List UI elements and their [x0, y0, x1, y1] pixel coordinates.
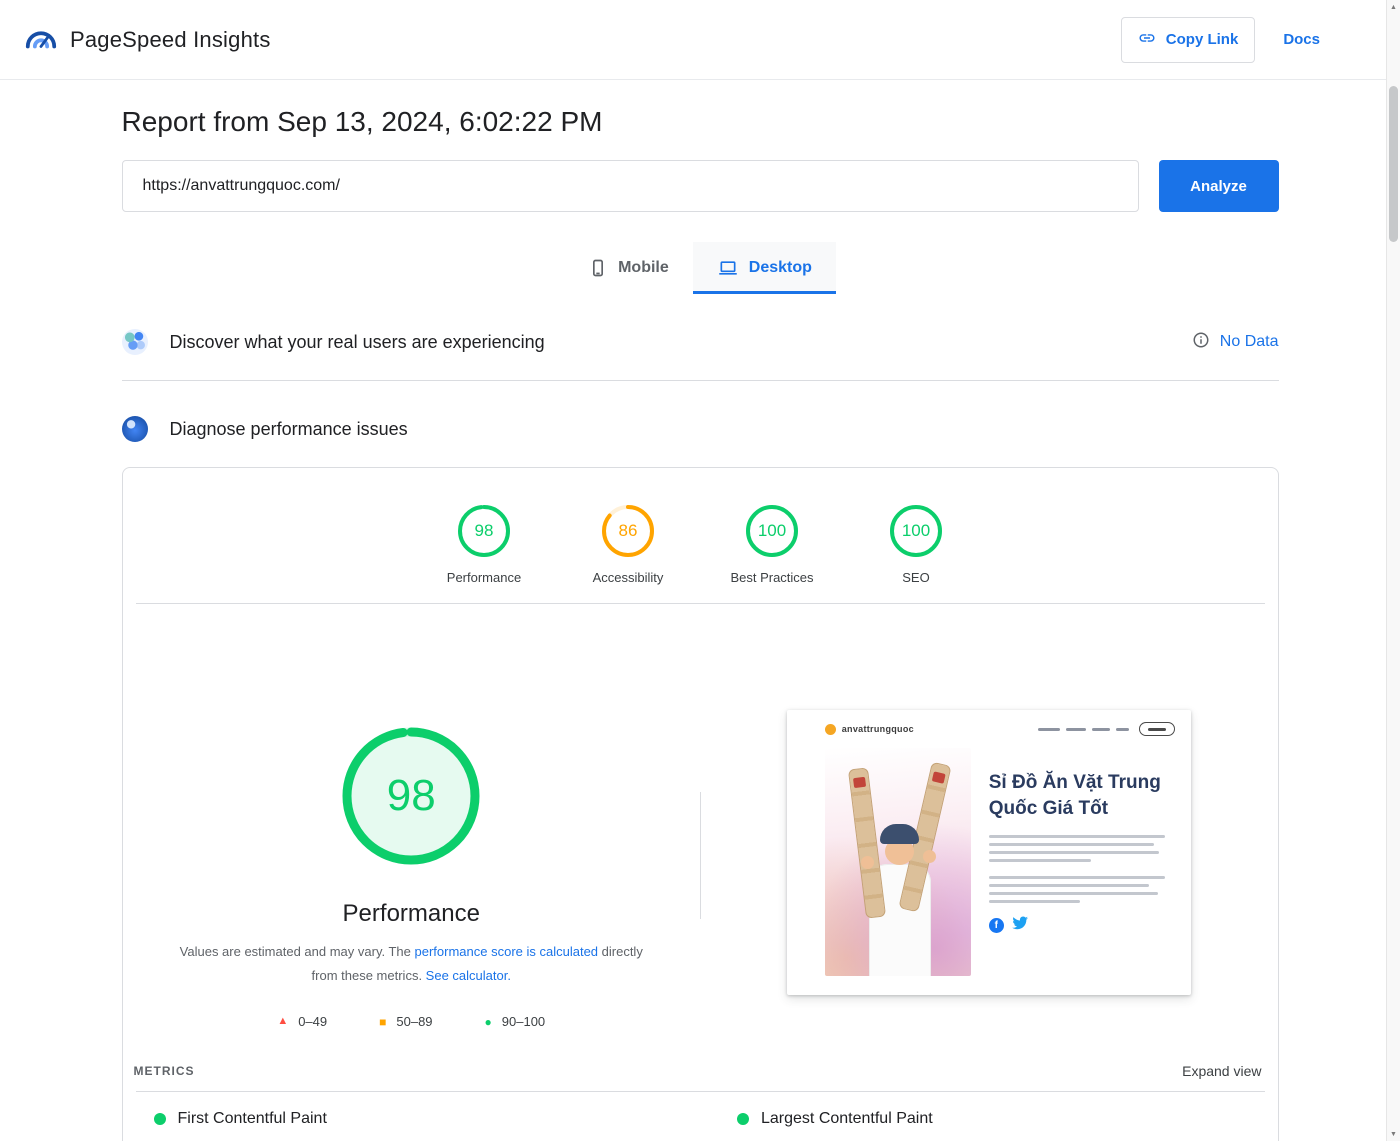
- preview-site-name: anvattrungquoc: [842, 724, 914, 734]
- metrics-header: METRICS Expand view: [123, 1063, 1278, 1079]
- diagnose-section: Diagnose performance issues: [122, 407, 1279, 451]
- top-bar-actions: Copy Link Docs: [1121, 17, 1320, 63]
- main-content: Report from Sep 13, 2024, 6:02:22 PM Ana…: [122, 80, 1279, 1141]
- preview-nav-item-bar: [1066, 728, 1086, 731]
- top-bar: PageSpeed Insights Copy Link Docs: [0, 0, 1400, 80]
- no-data-label: No Data: [1220, 333, 1279, 351]
- preview-paragraph-1: [989, 835, 1165, 862]
- preview-nav-item-bar: [1116, 728, 1129, 731]
- docs-link[interactable]: Docs: [1283, 31, 1320, 48]
- diagnose-title: Diagnose performance issues: [170, 419, 408, 440]
- average-range-label: 50–89: [396, 1014, 432, 1029]
- metric-fcp-label: First Contentful Paint: [178, 1110, 327, 1128]
- performance-score-gauge: 98: [455, 502, 513, 560]
- tab-desktop-label: Desktop: [749, 259, 812, 277]
- note-text-1: Values are estimated and may vary. The: [180, 944, 415, 959]
- report-card: 98 Performance 86 Accessibility 100 Best…: [122, 467, 1279, 1141]
- legend-item-poor: 0–49: [277, 1014, 327, 1029]
- average-range-icon: [379, 1016, 386, 1028]
- metrics-heading: METRICS: [134, 1064, 195, 1078]
- site-preview-thumbnail[interactable]: anvattrungquoc: [787, 710, 1191, 995]
- score-item-performance[interactable]: 98 Performance: [432, 502, 536, 585]
- preview-paragraph-2: [989, 876, 1165, 903]
- performance-gauge-large: 98: [337, 722, 485, 870]
- good-status-dot: [737, 1113, 749, 1125]
- link-icon: [1138, 29, 1156, 51]
- pagespeed-logo-icon: [24, 22, 58, 57]
- copy-link-label: Copy Link: [1166, 31, 1239, 48]
- tab-mobile[interactable]: Mobile: [564, 242, 693, 294]
- metrics-list: First Contentful Paint Largest Contentfu…: [123, 1092, 1278, 1128]
- scrollbar-thumb[interactable]: [1389, 86, 1398, 242]
- performance-detail-grid: 98 Performance Values are estimated and …: [123, 604, 1278, 1029]
- performance-summary-column: 98 Performance Values are estimated and …: [123, 604, 701, 1029]
- metric-lcp[interactable]: Largest Contentful Paint: [700, 1110, 1278, 1128]
- score-item-seo[interactable]: 100 SEO: [864, 502, 968, 585]
- poor-range-icon: [277, 1016, 288, 1027]
- section-divider: [122, 380, 1279, 381]
- analyze-button[interactable]: Analyze: [1159, 160, 1279, 212]
- preview-nav-item-bar: [1038, 728, 1060, 731]
- category-scores-row: 98 Performance 86 Accessibility 100 Best…: [123, 468, 1278, 585]
- score-item-accessibility[interactable]: 86 Accessibility: [576, 502, 680, 585]
- tab-desktop[interactable]: Desktop: [693, 242, 836, 294]
- seo-score-gauge: 100: [887, 502, 945, 560]
- lab-data-icon: [122, 416, 148, 442]
- field-data-title: Discover what your real users are experi…: [170, 332, 545, 353]
- no-data-link[interactable]: No Data: [1192, 331, 1279, 354]
- app-title: PageSpeed Insights: [70, 27, 271, 53]
- best-practices-score-gauge: 100: [743, 502, 801, 560]
- preview-hero: Sỉ Đồ Ăn Vặt Trung Quốc Giá Tốt: [787, 742, 1191, 995]
- expand-view-button[interactable]: Expand view: [1182, 1063, 1261, 1079]
- score-item-best-practices[interactable]: 100 Best Practices: [720, 502, 824, 585]
- accessibility-score-label: Accessibility: [593, 570, 664, 585]
- score-legend: 0–49 50–89 90–100: [277, 1014, 545, 1029]
- preview-hero-text: Sỉ Đồ Ăn Vặt Trung Quốc Giá Tốt: [989, 748, 1165, 976]
- preview-social-row: [989, 916, 1165, 935]
- metric-lcp-label: Largest Contentful Paint: [761, 1110, 933, 1128]
- good-range-icon: [485, 1016, 492, 1028]
- preview-nav-item-bar: [1092, 728, 1110, 731]
- performance-note: Values are estimated and may vary. The p…: [165, 940, 657, 988]
- poor-range-label: 0–49: [298, 1014, 327, 1029]
- copy-link-button[interactable]: Copy Link: [1121, 17, 1256, 63]
- scrollbar-up-arrow[interactable]: ▲: [1387, 0, 1400, 14]
- real-users-icon: [122, 329, 148, 355]
- best-practices-score-label: Best Practices: [730, 570, 813, 585]
- app-logo-group[interactable]: PageSpeed Insights: [24, 22, 271, 57]
- url-input[interactable]: [122, 160, 1139, 212]
- seo-score-label: SEO: [902, 570, 929, 585]
- scrollbar[interactable]: ▲ ▼: [1386, 0, 1400, 1141]
- column-divider: [700, 792, 701, 919]
- see-calculator-link[interactable]: See calculator.: [426, 968, 511, 983]
- tab-mobile-label: Mobile: [618, 259, 669, 277]
- facebook-icon: [989, 918, 1004, 933]
- info-icon: [1192, 331, 1210, 354]
- final-screenshot-column: anvattrungquoc: [700, 604, 1278, 1029]
- good-status-dot: [154, 1113, 166, 1125]
- preview-navbar: anvattrungquoc: [787, 710, 1191, 742]
- site-preview-image: [825, 748, 971, 976]
- performance-heading: Performance: [343, 900, 480, 928]
- device-tabs: Mobile Desktop: [122, 242, 1279, 294]
- field-data-section: Discover what your real users are experi…: [122, 320, 1279, 364]
- desktop-icon: [717, 258, 739, 278]
- preview-site-logo: [825, 724, 836, 735]
- legend-item-good: 90–100: [485, 1014, 546, 1029]
- scrollbar-down-arrow[interactable]: ▼: [1387, 1127, 1400, 1141]
- report-title: Report from Sep 13, 2024, 6:02:22 PM: [122, 106, 1279, 138]
- good-range-label: 90–100: [502, 1014, 545, 1029]
- metric-fcp[interactable]: First Contentful Paint: [123, 1110, 701, 1128]
- twitter-icon: [1012, 916, 1028, 935]
- performance-score-label: Performance: [447, 570, 521, 585]
- score-calc-link[interactable]: performance score is calculated: [415, 944, 599, 959]
- url-row: Analyze: [122, 160, 1279, 212]
- legend-item-average: 50–89: [379, 1014, 432, 1029]
- preview-headline: Sỉ Đồ Ăn Vặt Trung Quốc Giá Tốt: [989, 770, 1165, 821]
- mobile-icon: [588, 258, 608, 278]
- accessibility-score-gauge: 86: [599, 502, 657, 560]
- preview-contact-pill: [1139, 722, 1175, 736]
